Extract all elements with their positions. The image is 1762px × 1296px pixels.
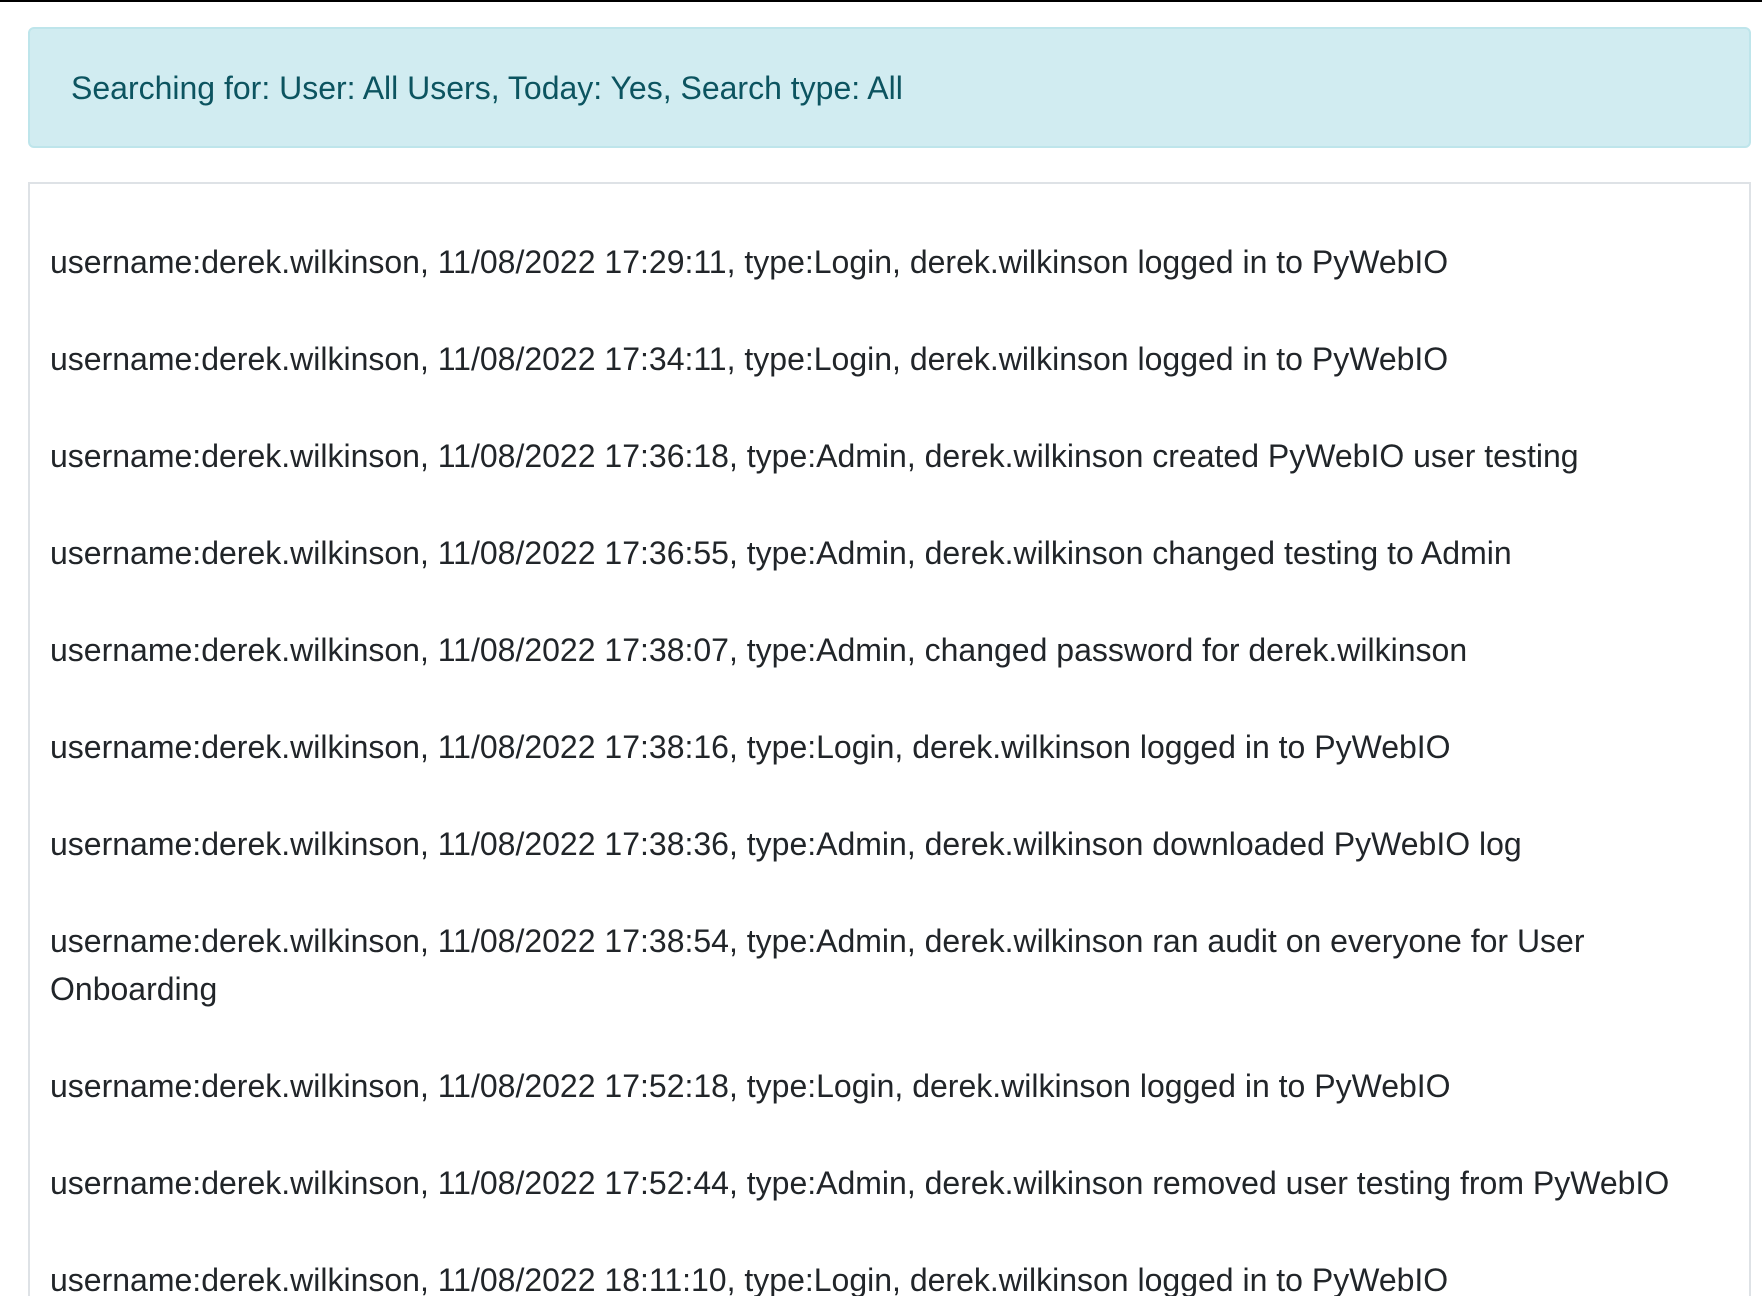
search-summary-alert: Searching for: User: All Users, Today: Y…	[28, 27, 1751, 148]
log-entry: username:derek.wilkinson, 11/08/2022 17:…	[50, 341, 1449, 377]
log-entry: username:derek.wilkinson, 11/08/2022 17:…	[50, 632, 1468, 668]
log-entry: username:derek.wilkinson, 11/08/2022 17:…	[50, 729, 1451, 765]
log-entry: username:derek.wilkinson, 11/08/2022 18:…	[50, 1262, 1449, 1296]
log-entry: username:derek.wilkinson, 11/08/2022 17:…	[50, 535, 1512, 571]
log-entry: username:derek.wilkinson, 11/08/2022 17:…	[50, 923, 1585, 1007]
log-entry: username:derek.wilkinson, 11/08/2022 17:…	[50, 438, 1579, 474]
search-summary-text: Searching for: User: All Users, Today: Y…	[71, 69, 903, 106]
audit-log-panel[interactable]: username:derek.wilkinson, 11/08/2022 17:…	[28, 182, 1751, 1296]
log-entry: username:derek.wilkinson, 11/08/2022 17:…	[50, 244, 1449, 280]
page: Searching for: User: All Users, Today: Y…	[0, 0, 1762, 1296]
log-entry: username:derek.wilkinson, 11/08/2022 17:…	[50, 1068, 1451, 1104]
log-entry: username:derek.wilkinson, 11/08/2022 17:…	[50, 826, 1522, 862]
log-entry: username:derek.wilkinson, 11/08/2022 17:…	[50, 1165, 1670, 1201]
